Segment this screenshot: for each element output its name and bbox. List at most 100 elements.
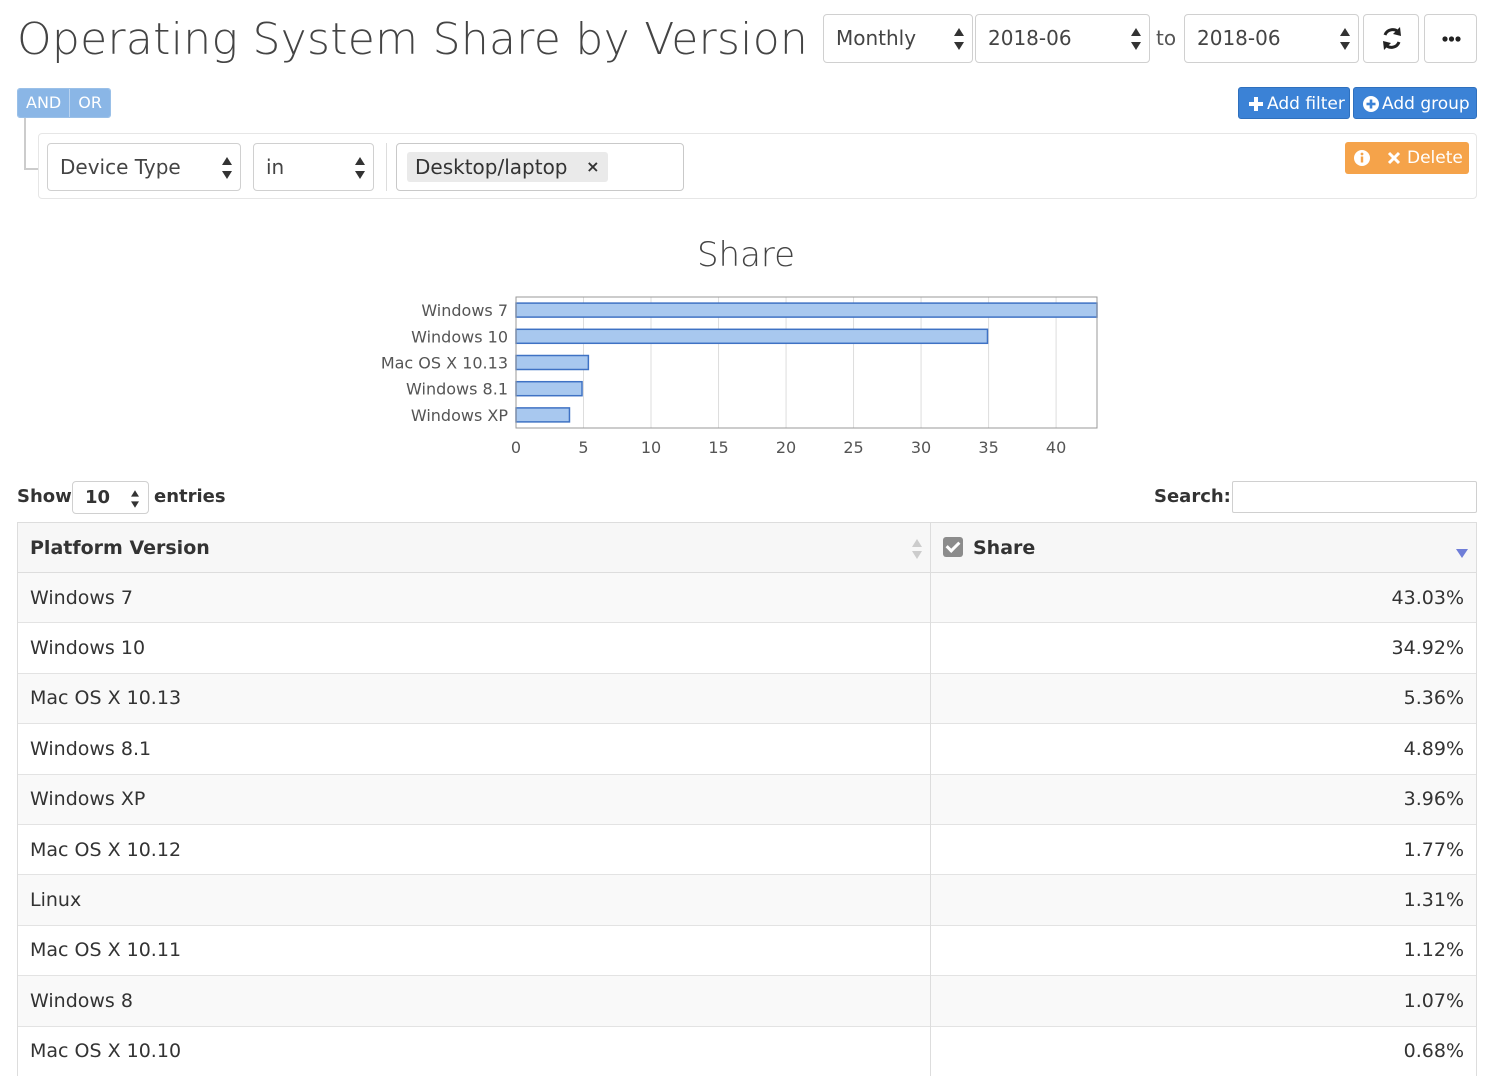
- x-icon: [1387, 151, 1401, 165]
- share-cell: 34.92%: [930, 622, 1477, 674]
- period-select-value: Monthly: [836, 26, 917, 50]
- search-input[interactable]: [1232, 481, 1477, 513]
- category-label: Windows 8.1: [406, 380, 508, 399]
- bar[interactable]: [515, 328, 989, 345]
- share-cell: 4.89%: [930, 723, 1477, 775]
- bar[interactable]: [515, 354, 590, 371]
- rule-operator-select[interactable]: in: [253, 143, 374, 191]
- rule-value-input[interactable]: Desktop/laptop ×: [396, 143, 684, 191]
- platform-version-cell: Windows 8: [17, 975, 931, 1027]
- or-button[interactable]: OR: [69, 89, 110, 117]
- column-header-share[interactable]: Share: [930, 522, 1477, 573]
- category-label: Windows 7: [421, 301, 508, 320]
- table-row[interactable]: Windows 8 1.07%: [17, 975, 1477, 1027]
- plus-icon: [1249, 97, 1263, 111]
- column-header-platform-version[interactable]: Platform Version: [17, 522, 931, 573]
- chart-bars: [515, 302, 1098, 423]
- table-row[interactable]: Mac OS X 10.11 1.12%: [17, 924, 1477, 976]
- select-arrows-icon: [222, 157, 232, 179]
- select-arrows-icon: [954, 28, 964, 50]
- chart-category-labels: Windows 7 Windows 10 Mac OS X 10.13 Windows…: [381, 301, 509, 425]
- period-select[interactable]: Monthly: [823, 14, 973, 63]
- to-date-value: 2018-06: [1197, 26, 1281, 50]
- platform-version-cell: Windows 10: [17, 622, 931, 674]
- share-bar-chart: Share Windows 7Windows 10Mac OS X 10.13W…: [381, 235, 1098, 457]
- search-label: Search:: [1154, 486, 1231, 507]
- and-or-toggle: AND OR: [17, 88, 111, 118]
- x-tick-label: 40: [1046, 438, 1066, 457]
- category-label: Mac OS X 10.13: [381, 354, 508, 373]
- share-cell: 1.77%: [930, 823, 1477, 875]
- delete-rule-button[interactable]: Delete: [1345, 142, 1469, 174]
- from-date-select[interactable]: 2018-06: [975, 14, 1150, 63]
- rule-field-value: Device Type: [60, 155, 181, 179]
- refresh-button[interactable]: [1363, 14, 1419, 63]
- platform-version-cell: Windows 7: [17, 571, 931, 623]
- add-filter-button[interactable]: Add filter: [1238, 87, 1350, 119]
- column-header-label: Platform Version: [30, 536, 210, 559]
- chart-title: Share: [697, 235, 795, 275]
- to-label: to: [1156, 26, 1177, 50]
- share-cell: 1.31%: [930, 874, 1477, 926]
- table-row[interactable]: Mac OS X 10.13 5.36%: [17, 672, 1477, 724]
- table-row[interactable]: Windows 8.1 4.89%: [17, 723, 1477, 775]
- entries-label: entries: [154, 486, 226, 507]
- select-arrows-icon: [1340, 28, 1350, 50]
- rule-operator-value: in: [266, 155, 285, 179]
- share-cell: 0.68%: [930, 1025, 1477, 1076]
- refresh-icon: [1383, 27, 1401, 50]
- plus-circle-icon: [1363, 96, 1379, 112]
- platform-version-cell: Windows 8.1: [17, 723, 931, 775]
- x-tick-label: 35: [978, 438, 998, 457]
- table-row[interactable]: Windows 10 34.92%: [17, 622, 1477, 674]
- info-icon: [1354, 150, 1370, 166]
- sort-desc-icon: [1456, 549, 1468, 558]
- platform-version-cell: Mac OS X 10.12: [17, 823, 931, 875]
- platform-version-cell: Mac OS X 10.13: [17, 672, 931, 724]
- platform-version-cell: Mac OS X 10.11: [17, 924, 931, 976]
- table-row[interactable]: Mac OS X 10.10 0.68%: [17, 1025, 1477, 1076]
- x-tick-label: 25: [843, 438, 863, 457]
- and-button[interactable]: AND: [18, 89, 70, 117]
- show-label: Show: [17, 486, 72, 507]
- add-group-label: Add group: [1382, 94, 1470, 114]
- add-group-button[interactable]: Add group: [1353, 87, 1477, 119]
- table-row[interactable]: Linux 1.31%: [17, 874, 1477, 926]
- category-label: Windows 10: [411, 327, 508, 346]
- platform-version-cell: Windows XP: [17, 773, 931, 825]
- x-tick-label: 15: [708, 438, 728, 457]
- select-arrows-icon: [1131, 28, 1141, 50]
- data-table: Platform Version Share Windows 7 43.03% Wi…: [17, 522, 1477, 1076]
- page-size-select[interactable]: 10: [72, 481, 149, 514]
- value-tag: Desktop/laptop ×: [407, 152, 608, 182]
- platform-version-cell: Linux: [17, 874, 931, 926]
- checkbox-icon[interactable]: [943, 536, 963, 557]
- from-date-value: 2018-06: [988, 26, 1072, 50]
- delete-label: Delete: [1407, 148, 1463, 168]
- table-row[interactable]: Windows 7 43.03%: [17, 571, 1477, 623]
- bar[interactable]: [515, 407, 571, 423]
- chart-tick-labels: 0 5 10 15 20 25 30 35 40: [511, 438, 1066, 457]
- bar[interactable]: [515, 302, 1098, 318]
- platform-version-cell: Mac OS X 10.10: [17, 1025, 931, 1076]
- x-tick-label: 10: [641, 438, 661, 457]
- table-row[interactable]: Mac OS X 10.12 1.77%: [17, 823, 1477, 875]
- sort-icon: [912, 539, 922, 559]
- select-arrows-icon: [355, 157, 365, 179]
- x-tick-label: 20: [776, 438, 796, 457]
- bar[interactable]: [515, 380, 583, 397]
- page-title: Operating System Share by Version: [17, 14, 809, 65]
- value-tag-label: Desktop/laptop: [415, 155, 568, 179]
- share-cell: 43.03%: [930, 571, 1477, 623]
- tag-remove-icon[interactable]: ×: [586, 152, 599, 182]
- more-options-button[interactable]: [1424, 14, 1477, 63]
- rule-divider: [386, 143, 387, 191]
- table-row[interactable]: Windows XP 3.96%: [17, 773, 1477, 825]
- column-header-label: Share: [973, 536, 1036, 559]
- select-arrows-icon: [131, 490, 139, 508]
- x-tick-label: 5: [578, 438, 588, 457]
- rule-field-select[interactable]: Device Type: [47, 143, 241, 191]
- x-tick-label: 30: [911, 438, 931, 457]
- to-date-select[interactable]: 2018-06: [1184, 14, 1359, 63]
- category-label: Windows XP: [411, 406, 508, 425]
